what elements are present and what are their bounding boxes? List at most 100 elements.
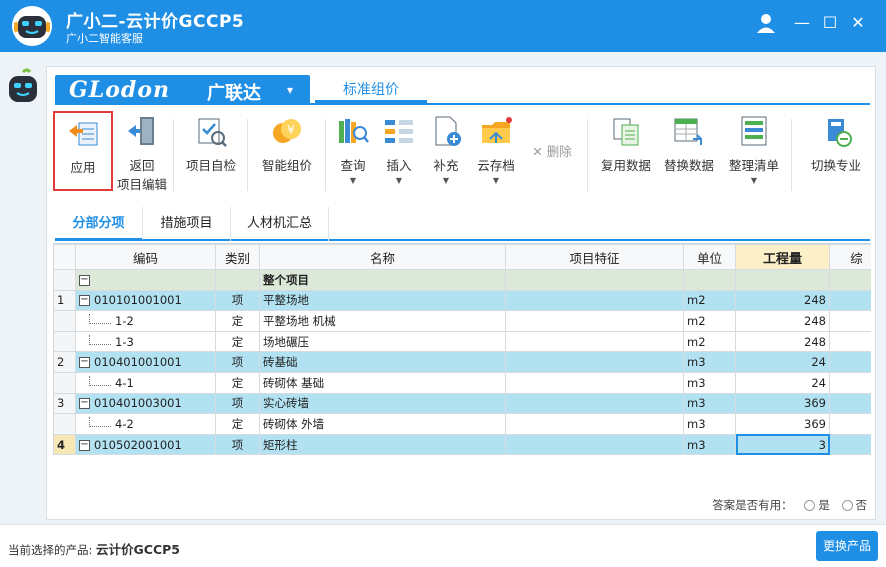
col-header-unit[interactable]: 单位 [683, 244, 736, 270]
organize-list-button[interactable]: 整理清单 ▼ [723, 111, 785, 191]
row-composite[interactable] [829, 433, 871, 456]
row-code-cell[interactable]: 1-2 [75, 310, 216, 332]
table-row[interactable]: − 整个项目 [53, 269, 871, 291]
row-code-cell[interactable]: 1-3 [75, 330, 216, 353]
row-type[interactable]: 项 [215, 351, 260, 373]
row-qty[interactable] [735, 269, 830, 291]
row-composite[interactable] [829, 269, 871, 291]
row-type[interactable]: 项 [215, 289, 260, 312]
row-unit[interactable]: m2 [683, 289, 736, 312]
row-type[interactable]: 定 [215, 371, 260, 394]
row-unit[interactable]: m3 [683, 392, 736, 415]
row-name[interactable]: 平整场地 [259, 289, 506, 312]
maximize-button[interactable]: ☐ [820, 12, 840, 34]
row-name[interactable]: 砖砌体 基础 [259, 371, 506, 394]
row-unit[interactable]: m2 [683, 310, 736, 332]
row-composite[interactable] [829, 310, 871, 332]
cloud-save-button[interactable]: 云存档 ▼ [471, 111, 521, 191]
feedback-no-label[interactable]: 否 [856, 498, 868, 512]
feedback-no-radio[interactable] [841, 500, 853, 511]
row-type[interactable]: 定 [215, 413, 260, 435]
feedback-yes-label[interactable]: 是 [818, 498, 830, 512]
collapse-toggle-icon[interactable]: − [79, 357, 90, 369]
row-code-cell[interactable]: −010401001001 [75, 351, 216, 373]
insert-button[interactable]: 插入 ▼ [377, 111, 421, 191]
row-code-cell[interactable]: − [75, 269, 216, 291]
row-feature[interactable] [505, 371, 684, 394]
minimize-button[interactable]: — [792, 12, 812, 34]
table-row[interactable]: 4-2 定 砖砌体 外墙 m3 369 [53, 413, 871, 435]
table-row[interactable]: 3 −010401003001 项 实心砖墙 m3 369 [53, 392, 871, 415]
row-qty[interactable]: 369 [735, 413, 830, 435]
row-unit[interactable]: m3 [683, 413, 736, 435]
col-header-code[interactable]: 编码 [75, 244, 216, 270]
row-unit[interactable]: m3 [683, 433, 736, 456]
row-type[interactable]: 定 [215, 310, 260, 332]
row-unit[interactable] [683, 269, 736, 291]
row-type[interactable]: 定 [215, 330, 260, 353]
row-name[interactable]: 砖基础 [259, 351, 506, 373]
replace-data-button[interactable]: 替换数据 [659, 111, 719, 191]
row-code-cell[interactable]: −010502001001 [75, 433, 216, 456]
tab-sub-items[interactable]: 分部分项 [55, 207, 143, 241]
row-type[interactable]: 项 [215, 433, 260, 456]
col-header-composite[interactable]: 综 [829, 244, 871, 270]
row-feature[interactable] [505, 310, 684, 332]
col-header-name[interactable]: 名称 [259, 244, 506, 270]
row-code-cell[interactable]: −010401003001 [75, 392, 216, 415]
row-qty[interactable]: 24 [735, 371, 830, 394]
apply-button[interactable]: 应用 [53, 111, 113, 191]
collapse-toggle-icon[interactable]: − [79, 398, 90, 410]
feedback-yes-radio[interactable] [804, 500, 816, 511]
row-type[interactable] [215, 269, 260, 291]
table-row[interactable]: 4-1 定 砖砌体 基础 m3 24 [53, 371, 871, 394]
row-type[interactable]: 项 [215, 392, 260, 415]
row-qty[interactable]: 248 [735, 310, 830, 332]
row-composite[interactable] [829, 371, 871, 394]
row-feature[interactable] [505, 433, 684, 456]
row-feature[interactable] [505, 392, 684, 415]
row-qty[interactable]: 248 [735, 330, 830, 353]
table-row[interactable]: 2 −010401001001 项 砖基础 m3 24 [53, 351, 871, 373]
tab-standard-pricing[interactable]: 标准组价 [315, 79, 427, 103]
row-name[interactable]: 实心砖墙 [259, 392, 506, 415]
smart-price-button[interactable]: ¥ 智能组价 [255, 111, 319, 191]
row-composite[interactable] [829, 413, 871, 435]
col-header-quantity[interactable]: 工程量 [735, 244, 830, 270]
col-header-type[interactable]: 类别 [215, 244, 260, 270]
row-unit[interactable]: m2 [683, 330, 736, 353]
row-feature[interactable] [505, 330, 684, 353]
row-name[interactable]: 场地碾压 [259, 330, 506, 353]
row-feature[interactable] [505, 413, 684, 435]
row-feature[interactable] [505, 289, 684, 312]
row-name[interactable]: 砖砌体 外墙 [259, 413, 506, 435]
table-row[interactable]: 1-2 定 平整场地 机械 m2 248 [53, 310, 871, 332]
row-composite[interactable] [829, 289, 871, 312]
row-qty[interactable]: 24 [735, 351, 830, 373]
row-composite[interactable] [829, 392, 871, 415]
supplement-button[interactable]: 补充 ▼ [423, 111, 469, 191]
col-header-index[interactable] [53, 244, 76, 270]
table-row[interactable]: 4 −010502001001 项 矩形柱 m3 3 [53, 433, 871, 456]
switch-major-button[interactable]: 切换专业 [807, 111, 865, 191]
collapse-toggle-icon[interactable]: − [79, 295, 90, 307]
row-code-cell[interactable]: 4-2 [75, 413, 216, 435]
row-composite[interactable] [829, 330, 871, 353]
table-row[interactable]: 1 −010101001001 项 平整场地 m2 248 [53, 289, 871, 312]
collapse-toggle-icon[interactable]: − [79, 274, 90, 286]
delete-button[interactable]: ✕ 删除 [525, 111, 579, 191]
row-qty-selected[interactable]: 3 [735, 433, 830, 456]
row-feature[interactable] [505, 269, 684, 291]
self-check-button[interactable]: 项目自检 [181, 111, 241, 191]
query-button[interactable]: 查询 ▼ [331, 111, 375, 191]
row-name[interactable]: 平整场地 机械 [259, 310, 506, 332]
change-product-button[interactable]: 更换产品 [816, 531, 878, 561]
back-to-edit-button[interactable]: 返回 项目编辑 [113, 111, 171, 192]
row-unit[interactable]: m3 [683, 351, 736, 373]
reuse-data-button[interactable]: 复用数据 [595, 111, 657, 191]
brand-dropdown[interactable]: GLodon 广联达 ▾ [55, 75, 310, 105]
row-unit[interactable]: m3 [683, 371, 736, 394]
row-qty[interactable]: 248 [735, 289, 830, 312]
close-button[interactable]: ✕ [848, 12, 868, 34]
row-name[interactable]: 整个项目 [259, 269, 506, 291]
